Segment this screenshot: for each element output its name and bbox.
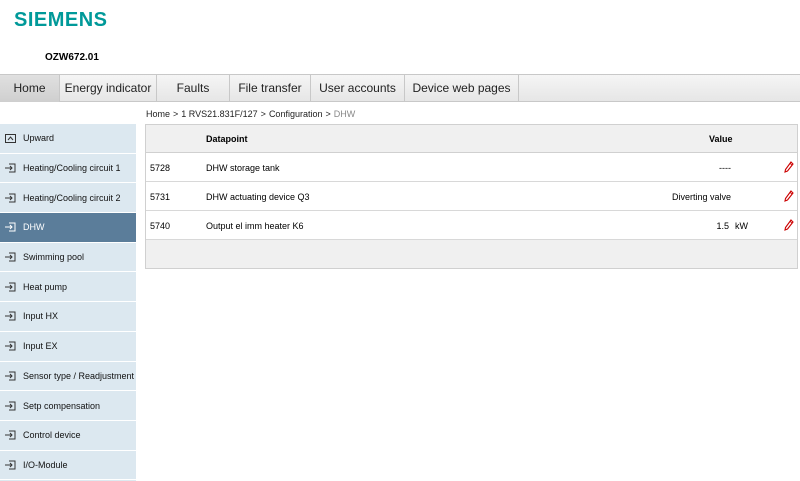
enter-icon [5, 311, 16, 321]
datapoint-value: Diverting valve [671, 192, 731, 202]
tab-file-transfer[interactable]: File transfer [230, 75, 311, 102]
breadcrumb-current: DHW [333, 109, 356, 119]
sidebar-item-label: Heating/Cooling circuit 1 [23, 163, 121, 174]
column-header-datapoint: Datapoint [206, 134, 248, 144]
datapoint-value: 1.5 [716, 221, 729, 231]
sidebar-item-heating-cooling-2[interactable]: Heating/Cooling circuit 2 [0, 183, 136, 214]
datapoint-name: Output el imm heater K6 [206, 221, 304, 231]
sidebar-item-label: Upward [23, 133, 55, 144]
device-name: OZW672.01 [45, 52, 99, 63]
sidebar-item-label: Swimming pool [23, 252, 85, 263]
sidebar-item-control-device[interactable]: Control device [0, 420, 136, 451]
enter-icon [5, 341, 16, 351]
sidebar-item-label: DHW [23, 222, 45, 233]
datapoint-id: 5731 [150, 192, 171, 202]
folder-up-icon [5, 134, 16, 144]
sidebar-item-label: Control device [23, 430, 81, 441]
sidebar-item-label: I/O-Module [23, 459, 68, 470]
enter-icon [5, 222, 16, 232]
sidebar-item-heat-pump[interactable]: Heat pump [0, 272, 136, 303]
sidebar-item-sensor-type[interactable]: Sensor type / Readjustment [0, 361, 136, 392]
enter-icon [5, 401, 16, 411]
datapoint-table: Datapoint Value 5728 DHW storage tank --… [145, 124, 798, 269]
datapoint-name: DHW actuating device Q3 [206, 192, 310, 202]
datapoint-value: ---- [719, 163, 731, 173]
pencil-icon[interactable] [784, 219, 794, 231]
sidebar-item-heating-cooling-1[interactable]: Heating/Cooling circuit 1 [0, 153, 136, 184]
tab-device-web-pages[interactable]: Device web pages [405, 75, 519, 102]
main-navigation: Home Energy indicator Faults File transf… [0, 74, 800, 102]
table-row: 5731 DHW actuating device Q3 Diverting v… [146, 182, 797, 211]
tab-user-accounts[interactable]: User accounts [311, 75, 405, 102]
datapoint-id: 5740 [150, 221, 171, 231]
sidebar-item-input-hx[interactable]: Input HX [0, 302, 136, 332]
header: SIEMENS OZW672.01 [0, 0, 800, 74]
sidebar-item-setp-compensation[interactable]: Setp compensation [0, 391, 136, 421]
pencil-icon[interactable] [784, 190, 794, 202]
tab-home[interactable]: Home [0, 75, 60, 102]
siemens-logo: SIEMENS [14, 9, 108, 31]
pencil-icon[interactable] [784, 161, 794, 173]
sidebar-item-dhw[interactable]: DHW [0, 213, 136, 243]
enter-icon [5, 430, 16, 440]
sidebar-item-label: Setp compensation [23, 400, 101, 411]
breadcrumb-separator: > [325, 109, 331, 119]
breadcrumb-device[interactable]: 1 RVS21.831F/127 [181, 109, 257, 119]
enter-icon [5, 282, 16, 292]
tab-faults[interactable]: Faults [157, 75, 230, 102]
table-header: Datapoint Value [146, 125, 797, 153]
sidebar-item-upward[interactable]: Upward [0, 124, 136, 154]
sidebar-item-label: Input EX [23, 341, 58, 352]
sidebar: Upward Heating/Cooling circuit 1 Heating… [0, 124, 136, 481]
column-header-value: Value [709, 134, 733, 144]
sidebar-item-io-module[interactable]: I/O-Module [0, 450, 136, 481]
table-row: 5740 Output el imm heater K6 1.5 kW [146, 211, 797, 240]
table-footer [146, 240, 797, 268]
enter-icon [5, 163, 16, 173]
enter-icon [5, 252, 16, 262]
datapoint-id: 5728 [150, 163, 171, 173]
sidebar-item-label: Heat pump [23, 281, 68, 292]
enter-icon [5, 193, 16, 203]
table-row: 5728 DHW storage tank ---- [146, 153, 797, 182]
breadcrumb-home[interactable]: Home [146, 109, 170, 119]
sidebar-item-label: Input HX [23, 311, 59, 322]
breadcrumb: Home > 1 RVS21.831F/127 > Configuration … [146, 109, 355, 119]
datapoint-name: DHW storage tank [206, 163, 280, 173]
sidebar-item-label: Heating/Cooling circuit 2 [23, 192, 121, 203]
datapoint-unit: kW [735, 221, 748, 231]
breadcrumb-separator: > [260, 109, 266, 119]
breadcrumb-configuration[interactable]: Configuration [269, 109, 323, 119]
enter-icon [5, 371, 16, 381]
tab-energy-indicator[interactable]: Energy indicator [60, 75, 157, 102]
breadcrumb-separator: > [173, 109, 179, 119]
sidebar-item-label: Sensor type / Readjustment [23, 370, 135, 381]
sidebar-item-swimming-pool[interactable]: Swimming pool [0, 242, 136, 273]
enter-icon [5, 460, 16, 470]
sidebar-item-input-ex[interactable]: Input EX [0, 331, 136, 362]
